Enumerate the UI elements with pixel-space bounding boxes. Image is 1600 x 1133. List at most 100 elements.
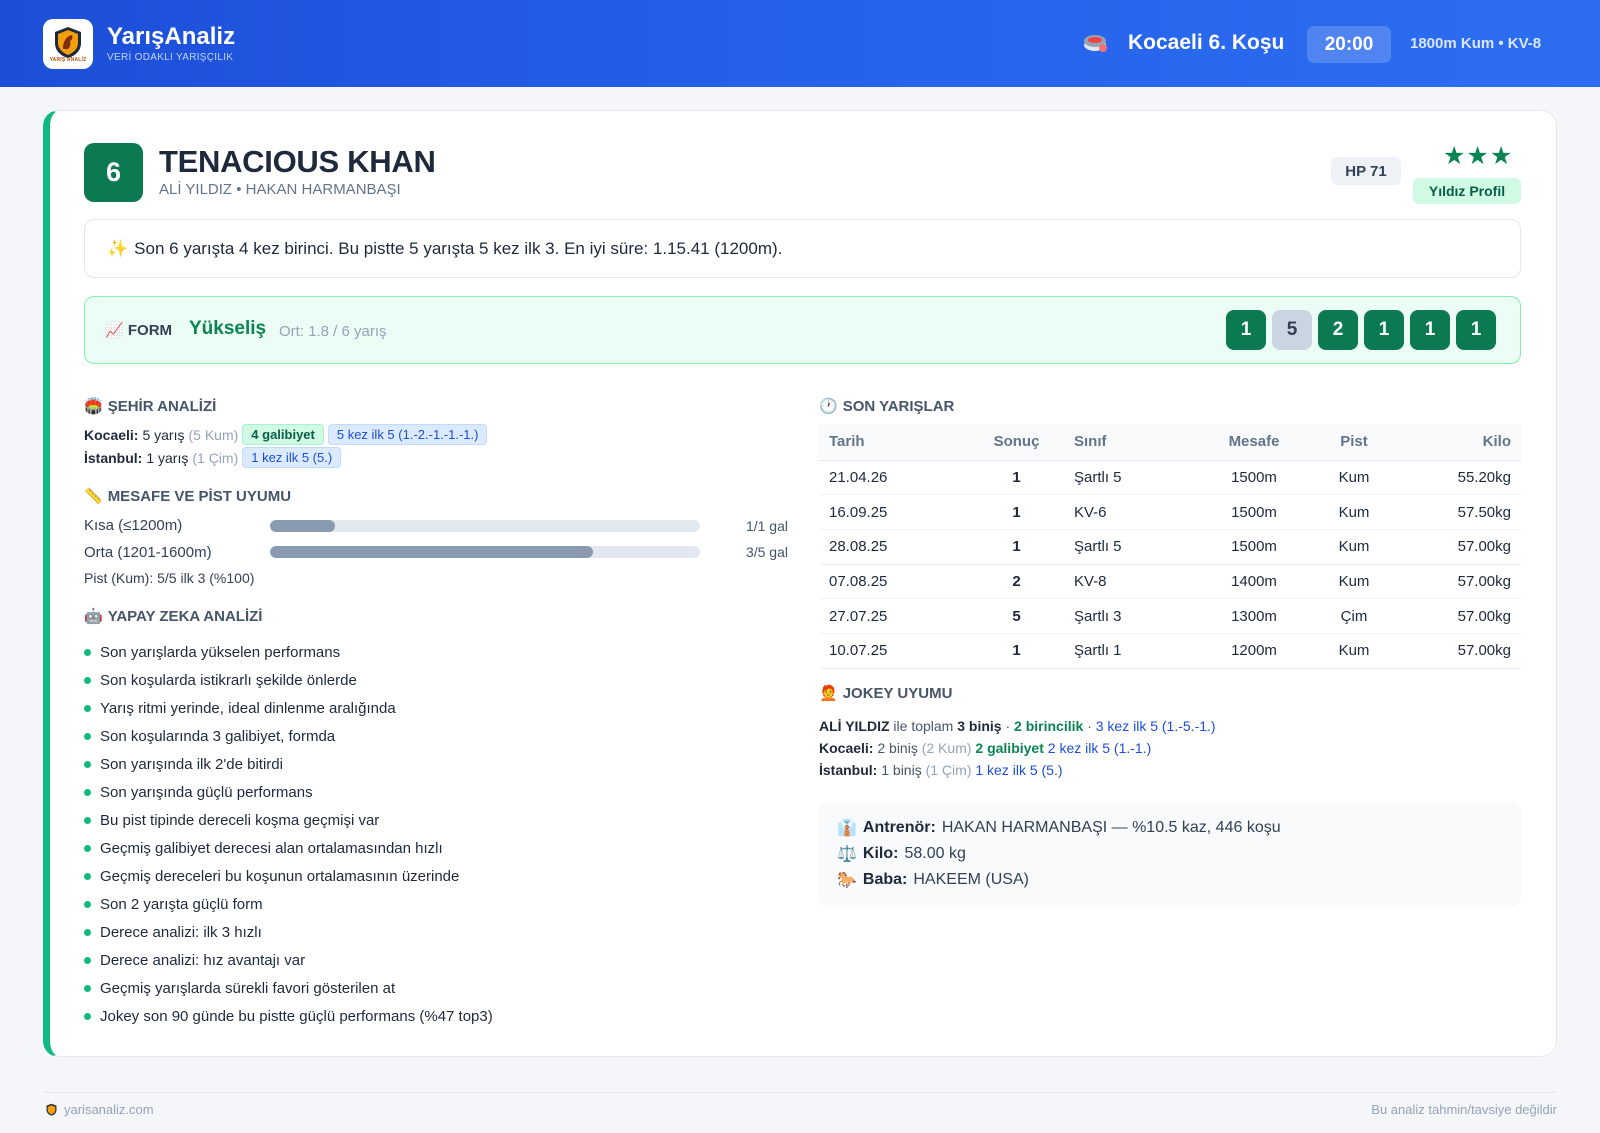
ai-insight-item: Derece analizi: ilk 3 hızlı xyxy=(84,918,493,946)
bullet-dot-icon xyxy=(84,872,91,880)
logo-text: YARIŞ ANALİZ xyxy=(49,57,87,63)
rating-stars: ★★★ xyxy=(1443,142,1514,170)
race-weight: 57.00kg xyxy=(1404,564,1521,600)
race-distance: 1500m xyxy=(1204,494,1304,530)
jockey-title: 🧑‍🦰 JOKEY UYUMU xyxy=(819,684,953,703)
stadium-icon: 🏟️ xyxy=(84,398,103,415)
form-chip: 1 xyxy=(1226,310,1266,350)
horse-icon: 🐎 xyxy=(837,872,857,889)
distance-value-short: 1/1 gal xyxy=(745,518,788,534)
ai-insight-item: Son koşularda istikrarlı şekilde önlerde xyxy=(84,666,493,694)
form-average: Ort: 1.8 / 6 yarış xyxy=(279,323,387,340)
recent-races-title: 🕐 SON YARIŞLAR xyxy=(819,397,955,416)
form-chip: 1 xyxy=(1410,310,1450,350)
form-result-chips: 1 5 2 1 1 1 xyxy=(1226,310,1496,350)
footer-disclaimer: Bu analiz tahmin/tavsiye değildir xyxy=(1371,1102,1557,1117)
chart-up-icon: 📈 xyxy=(105,322,124,339)
ai-insight-item: Geçmiş dereceleri bu koşunun ortalamasın… xyxy=(84,862,493,890)
race-track: Kum xyxy=(1304,529,1404,565)
jockey-city-istanbul: İstanbul: 1 biniş (1 Çim) 1 kez ilk 5 (5… xyxy=(819,762,1063,778)
scale-icon: ⚖️ xyxy=(837,846,857,863)
race-weight: 57.00kg xyxy=(1404,598,1521,634)
race-date: 21.04.26 xyxy=(819,460,969,496)
weight-line: ⚖️ Kilo: 58.00 kg xyxy=(837,845,966,863)
race-title: Kocaeli 6. Koşu xyxy=(1128,31,1285,54)
ai-insight-item: Son yarışlarda yükselen performans xyxy=(84,638,493,666)
distance-bar-fill xyxy=(270,546,593,558)
race-track: Kum xyxy=(1304,494,1404,530)
race-track: Kum xyxy=(1304,564,1404,600)
table-row: 21.04.26 1 Şartlı 5 1500m Kum 55.20kg xyxy=(819,460,1521,496)
race-distance: 1500m xyxy=(1204,529,1304,565)
sparkles-icon: ✨ xyxy=(107,238,129,258)
top5-tag: 1 kez ilk 5 (5.) xyxy=(242,447,342,468)
bullet-dot-icon xyxy=(84,1012,91,1020)
race-meta: 1800m Kum • KV-8 xyxy=(1410,35,1542,52)
col-distance: Mesafe xyxy=(1204,424,1304,461)
table-row: 10.07.25 1 Şartlı 1 1200m Kum 57.00kg xyxy=(819,633,1521,669)
ai-insight-item: Son yarışında ilk 2'de bitirdi xyxy=(84,750,493,778)
jockey-summary: ALİ YILDIZ ile toplam 3 biniş · 2 birinc… xyxy=(819,718,1216,734)
race-track: Kum xyxy=(1304,460,1404,496)
city-row-istanbul: İstanbul: 1 yarış (1 Çim) 1 kez ilk 5 (5… xyxy=(84,447,342,468)
robot-icon: 🤖 xyxy=(84,608,103,625)
race-result: 5 xyxy=(969,598,1064,634)
ai-insight-item: Bu pist tipinde dereceli koşma geçmişi v… xyxy=(84,806,493,834)
bullet-dot-icon xyxy=(84,676,91,684)
top-header: YARIŞ ANALİZ YarışAnaliz VERİ ODAKLI YAR… xyxy=(0,0,1600,87)
race-distance: 1300m xyxy=(1204,598,1304,634)
app-logo[interactable]: YARIŞ ANALİZ xyxy=(43,19,93,69)
race-distance: 1400m xyxy=(1204,564,1304,600)
handicap-points-badge: HP 71 xyxy=(1331,157,1401,185)
ai-insight-item: Derece analizi: hız avantajı var xyxy=(84,946,493,974)
race-result: 2 xyxy=(969,564,1064,600)
profile-badge: Yıldız Profil xyxy=(1413,178,1521,204)
jockey-icon: 🧑‍🦰 xyxy=(819,685,838,702)
race-class: Şartlı 5 xyxy=(1064,529,1204,565)
horse-shield-logo-icon xyxy=(55,27,81,58)
race-track: Kum xyxy=(1304,633,1404,669)
trainer-line: 👔 Antrenör: HAKAN HARMANBAŞI — %10.5 kaz… xyxy=(837,819,1281,837)
ai-insight-item: Geçmiş galibiyet derecesi alan ortalamas… xyxy=(84,834,493,862)
distance-bar-medium xyxy=(270,546,700,558)
race-weight: 57.00kg xyxy=(1404,633,1521,669)
race-distance: 1200m xyxy=(1204,633,1304,669)
ai-insight-item: Son 2 yarışta güçlü form xyxy=(84,890,493,918)
race-distance: 1500m xyxy=(1204,460,1304,496)
race-class: KV-6 xyxy=(1064,494,1204,530)
race-result: 1 xyxy=(969,494,1064,530)
footer-site[interactable]: yarisanaliz.com xyxy=(45,1102,154,1117)
form-label: 📈 FORM xyxy=(105,322,173,339)
bullet-dot-icon xyxy=(84,900,91,908)
distance-label-short: Kısa (≤1200m) xyxy=(84,517,183,534)
race-weight: 55.20kg xyxy=(1404,460,1521,496)
form-chip: 5 xyxy=(1272,310,1312,350)
necktie-icon: 👔 xyxy=(837,820,857,837)
ai-insight-item: Son yarışında güçlü performans xyxy=(84,778,493,806)
jockey-trainer-subtitle: ALİ YILDIZ • HAKAN HARMANBAŞI xyxy=(159,181,401,198)
summary-box: ✨ Son 6 yarışta 4 kez birinci. Bu pistte… xyxy=(84,219,1521,278)
col-class: Sınıf xyxy=(1064,424,1204,461)
form-trend: Yükseliş xyxy=(189,318,267,339)
col-result: Sonuç xyxy=(969,424,1064,461)
distance-value-medium: 3/5 gal xyxy=(745,544,788,560)
col-date: Tarih xyxy=(819,424,969,461)
track-note: Pist (Kum): 5/5 ilk 3 (%100) xyxy=(84,570,255,586)
table-row: 07.08.25 2 KV-8 1400m Kum 57.00kg xyxy=(819,564,1521,600)
distance-title: 📏 MESAFE VE PİST UYUMU xyxy=(84,487,292,506)
race-class: Şartlı 5 xyxy=(1064,460,1204,496)
brand-tagline: VERİ ODAKLI YARIŞÇILIK xyxy=(107,52,234,63)
race-track: Çim xyxy=(1304,598,1404,634)
horse-number-badge: 6 xyxy=(84,143,143,202)
form-chip: 1 xyxy=(1364,310,1404,350)
bullet-dot-icon xyxy=(84,760,91,768)
site-logo-icon xyxy=(46,1103,57,1116)
col-weight: Kilo xyxy=(1404,424,1521,461)
recent-races-table: Tarih Sonuç Sınıf Mesafe Pist Kilo 21.04… xyxy=(819,424,1521,669)
race-date: 10.07.25 xyxy=(819,633,969,669)
bullet-dot-icon xyxy=(84,844,91,852)
distance-bar-short xyxy=(270,520,700,532)
distance-label-medium: Orta (1201-1600m) xyxy=(84,544,212,561)
race-date: 07.08.25 xyxy=(819,564,969,600)
ai-insights-list: Son yarışlarda yükselen performans Son ko… xyxy=(84,638,493,1030)
